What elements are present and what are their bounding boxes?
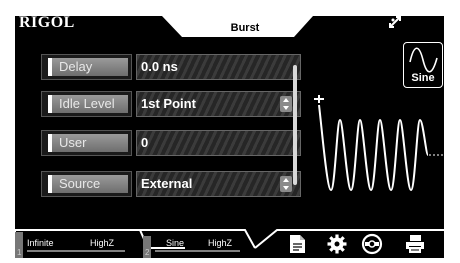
document-icon[interactable]	[286, 233, 308, 255]
idle-level-softkey[interactable]: Idle Level	[41, 91, 132, 117]
delay-row[interactable]: Delay 0.0 ns	[41, 54, 303, 80]
gear-icon[interactable]	[326, 233, 348, 255]
burst-waveform-preview	[314, 95, 444, 192]
ch1-index: 1	[17, 248, 22, 257]
user-row[interactable]: User 0	[41, 130, 303, 156]
delay-softkey[interactable]: Delay	[41, 54, 132, 80]
user-softkey[interactable]: User	[41, 130, 132, 156]
parameter-scrollbar[interactable]	[293, 65, 297, 185]
ch1-mode[interactable]: Infinite	[27, 238, 54, 248]
sine-waveform-button[interactable]: Sine	[403, 42, 443, 88]
rigol-logo: RIGOL	[19, 14, 75, 31]
idle-level-spinner-icon[interactable]	[280, 96, 292, 112]
user-value: 0	[141, 135, 149, 150]
generator-screen: RIGOL Burst Delay 0.0 ns Idle Level 1st …	[15, 10, 444, 258]
printer-icon[interactable]	[404, 233, 426, 255]
sine-icon	[409, 47, 438, 73]
usb-icon	[389, 16, 401, 28]
source-spinner-icon[interactable]	[280, 176, 292, 192]
idle-level-value-field[interactable]: 1st Point	[136, 91, 301, 117]
sine-label: Sine	[411, 72, 435, 84]
user-value-field[interactable]: 0	[136, 130, 301, 156]
title-bar: RIGOL Burst	[15, 10, 444, 37]
source-row[interactable]: Source External	[41, 171, 303, 197]
idle-level-label: Idle Level	[48, 95, 128, 113]
source-value-field[interactable]: External	[136, 171, 301, 197]
ch2-mode[interactable]: Sine	[166, 238, 184, 248]
idle-level-row[interactable]: Idle Level 1st Point	[41, 91, 303, 117]
user-label: User	[48, 134, 128, 152]
ch2-index: 2	[145, 248, 150, 257]
source-softkey[interactable]: Source	[41, 171, 132, 197]
utility-icon[interactable]	[361, 233, 383, 255]
ch1-impedance[interactable]: HighZ	[90, 238, 114, 248]
delay-value-field[interactable]: 0.0 ns	[136, 54, 301, 80]
idle-level-value: 1st Point	[141, 96, 196, 111]
ch2-impedance[interactable]: HighZ	[208, 238, 232, 248]
delay-value: 0.0 ns	[141, 59, 178, 74]
source-value: External	[141, 176, 193, 191]
delay-label: Delay	[48, 58, 128, 76]
status-bar: 1 Infinite HighZ 2 Sine HighZ	[15, 218, 444, 258]
source-label: Source	[48, 175, 128, 193]
mode-title: Burst	[230, 22, 260, 34]
